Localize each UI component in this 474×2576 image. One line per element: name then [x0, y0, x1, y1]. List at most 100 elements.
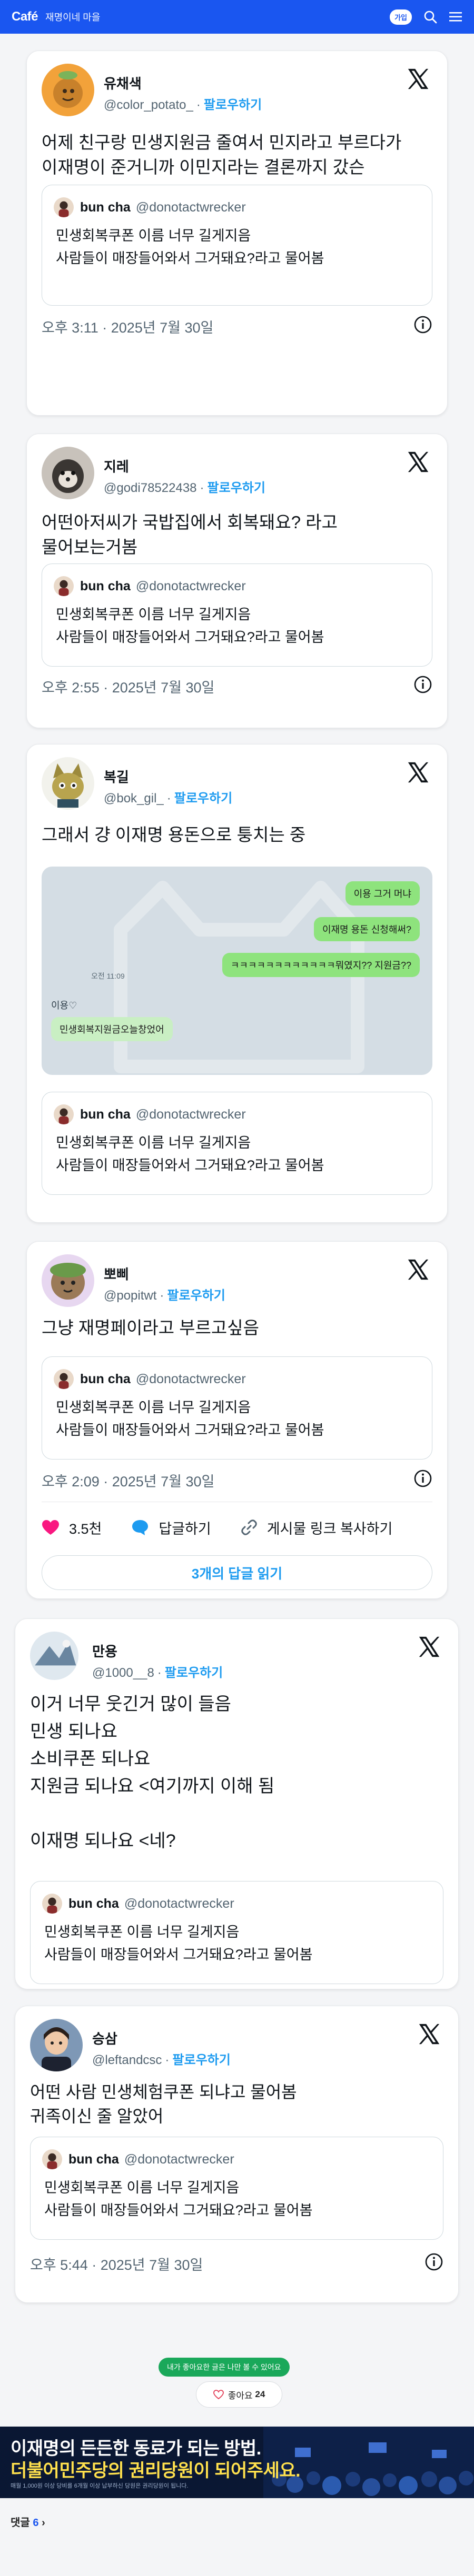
tweet-card[interactable]: 복길 @bok_gil_ · 팔로우하기 그래서 걍 이재명 용돈으로 퉁치는 중 …: [26, 744, 448, 1223]
comments-toggle[interactable]: 댓글 6 ›: [11, 2514, 45, 2529]
avatar[interactable]: [42, 1254, 94, 1307]
tweet-text: 그래서 걍 이재명 용돈으로 퉁치는 중: [42, 822, 432, 847]
user-name[interactable]: 유채색: [104, 73, 142, 93]
party-membership-banner[interactable]: 이재명의 든든한 동료가 되는 방법. 더불어민주당의 권리당원이 되어주세요.…: [0, 2427, 474, 2498]
quoted-text: 민생회복쿠폰 이름 너무 길게지음 사람들이 매장들어와서 그거돼요?라고 물어…: [44, 2177, 312, 2222]
tweet-card[interactable]: 유채색 @color_potato_ · 팔로우하기 어제 친구랑 민생지원금 줄여…: [26, 51, 448, 416]
quoted-text: 민생회복쿠폰 이름 너무 길게지음 사람들이 매장들어와서 그거돼요?라고 물어…: [56, 225, 324, 270]
quoted-avatar: [54, 576, 74, 596]
user-name[interactable]: 뽀삐: [104, 1264, 129, 1283]
user-handle-row: @leftandcsc · 팔로우하기: [92, 2049, 231, 2068]
menu-icon[interactable]: [449, 11, 462, 23]
x-logo-icon[interactable]: [417, 1635, 441, 1659]
quoted-line: 민생회복쿠폰 이름 너무 길게지음: [56, 228, 251, 244]
user-handle[interactable]: @godi78522438: [104, 481, 197, 495]
info-icon[interactable]: [413, 1469, 432, 1488]
tweet-card[interactable]: 만용 @1000__8 · 팔로우하기 이거 너무 웃긴거 많이 들음 민생 되나요…: [15, 1618, 459, 1989]
tweet-actions: 3.5천 답글하기 게시물 링크 복사하기: [42, 1514, 432, 1541]
avatar[interactable]: [30, 1632, 78, 1680]
user-name[interactable]: 복길: [104, 767, 129, 786]
follow-button[interactable]: 팔로우하기: [165, 1666, 223, 1680]
tweet-timestamp[interactable]: 오후 5:44 · 2025년 7월 30일: [30, 2253, 203, 2274]
separator-dot: ·: [196, 98, 201, 112]
quoted-tweet[interactable]: bun cha @donotactwrecker 민생회복쿠폰 이름 너무 길게…: [30, 1881, 443, 1984]
quoted-user-handle: @donotactwrecker: [135, 1106, 246, 1122]
like-button[interactable]: 좋아요 24: [196, 2381, 282, 2408]
quoted-line: 민생회복쿠폰 이름 너무 길게지음: [44, 1924, 240, 1940]
follow-button[interactable]: 팔로우하기: [204, 98, 262, 112]
quoted-line: 사람들이 매장들어와서 그거돼요?라고 물어봄: [44, 2202, 313, 2218]
follow-button[interactable]: 팔로우하기: [172, 2053, 230, 2067]
tweet-header: 유채색 @color_potato_ · 팔로우하기: [42, 64, 432, 122]
tweet-timestamp[interactable]: 오후 3:11 · 2025년 7월 30일: [42, 316, 213, 337]
user-handle[interactable]: @1000__8: [92, 1666, 154, 1680]
heart-outline-icon: [213, 2390, 224, 2399]
quoted-line: 사람들이 매장들어와서 그거돼요?라고 물어봄: [56, 1422, 324, 1438]
quoted-avatar: [42, 1894, 62, 1914]
user-name[interactable]: 지레: [104, 456, 129, 476]
cafe-name[interactable]: 재명이네 마을: [45, 10, 100, 24]
read-replies-button[interactable]: 3개의 답글 읽기: [42, 1555, 432, 1590]
avatar[interactable]: [42, 757, 94, 810]
info-icon[interactable]: [424, 2252, 443, 2271]
quoted-tweet[interactable]: bun cha @donotactwrecker 민생회복쿠폰 이름 너무 길게…: [42, 185, 432, 306]
tweet-line: 소비쿠폰 되나요: [30, 1749, 151, 1769]
avatar[interactable]: [42, 447, 94, 499]
chat-screenshot-image[interactable]: 이용 그거 머냐 이재명 용돈 신청해써? ㅋㅋㅋㅋㅋㅋㅋㅋㅋㅋㅋㅋ뭐였지?? …: [42, 867, 432, 1075]
quoted-tweet[interactable]: bun cha @donotactwrecker 민생회복쿠폰 이름 너무 길게…: [42, 1356, 432, 1460]
follow-button[interactable]: 팔로우하기: [208, 481, 265, 495]
like-label: 좋아요: [228, 2390, 253, 2401]
user-handle[interactable]: @bok_gil_: [104, 791, 164, 806]
copy-link-action[interactable]: 게시물 링크 복사하기: [241, 1517, 392, 1538]
user-handle-row: @popitwt · 팔로우하기: [104, 1285, 225, 1303]
chat-time: 오전 11:09: [91, 972, 125, 980]
user-handle-row: @1000__8 · 팔로우하기: [92, 1662, 223, 1681]
quoted-tweet-header: bun cha @donotactwrecker: [54, 197, 246, 218]
like-action[interactable]: 3.5천: [42, 1517, 102, 1538]
tweet-timestamp[interactable]: 오후 2:09 · 2025년 7월 30일: [42, 1470, 214, 1491]
tweet-line: 그래서 걍 이재명 용돈으로 퉁치는 중: [42, 825, 306, 844]
user-name[interactable]: 승삼: [92, 2028, 117, 2048]
quoted-user-name: bun cha: [80, 199, 131, 215]
comments-count: 6: [33, 2517, 39, 2529]
chat-bubble-received: 민생회복지원금오늘창었어: [51, 1017, 173, 1041]
follow-button[interactable]: 팔로우하기: [174, 791, 232, 806]
like-privacy-tooltip: 내가 좋아요한 글은 나만 볼 수 있어요: [159, 2358, 290, 2377]
quoted-tweet[interactable]: bun cha @donotactwrecker 민생회복쿠폰 이름 너무 길게…: [30, 2137, 443, 2240]
tweet-card[interactable]: 승삼 @leftandcsc · 팔로우하기 어떤 사람 민생체험쿠폰 되냐고 물어…: [15, 2006, 459, 2303]
tweet-card[interactable]: 지레 @godi78522438 · 팔로우하기 어떤아저씨가 국밥집에서 회복돼요…: [26, 434, 448, 728]
avatar[interactable]: [42, 64, 94, 116]
search-icon[interactable]: [423, 10, 437, 24]
separator-dot: ·: [160, 1289, 164, 1303]
x-logo-icon[interactable]: [406, 67, 430, 91]
follow-button[interactable]: 팔로우하기: [167, 1289, 225, 1303]
user-handle[interactable]: @popitwt: [104, 1289, 156, 1303]
x-logo-icon[interactable]: [406, 760, 430, 784]
user-handle[interactable]: @color_potato_: [104, 98, 193, 112]
quoted-text: 민생회복쿠폰 이름 너무 길게지음 사람들이 매장들어와서 그거돼요?라고 물어…: [44, 1921, 312, 1966]
x-logo-icon[interactable]: [417, 2022, 441, 2046]
x-logo-icon[interactable]: [406, 1257, 430, 1282]
separator-dot: ·: [166, 791, 171, 806]
chevron-right-icon: ›: [42, 2517, 45, 2529]
quoted-user-name: bun cha: [80, 1106, 131, 1122]
tweet-timestamp[interactable]: 오후 2:55 · 2025년 7월 30일: [42, 676, 214, 697]
quoted-tweet[interactable]: bun cha @donotactwrecker 민생회복쿠폰 이름 너무 길게…: [42, 1092, 432, 1195]
x-logo-icon[interactable]: [406, 450, 430, 474]
user-handle-row: @color_potato_ · 팔로우하기: [104, 94, 262, 113]
quoted-line: 사람들이 매장들어와서 그거돼요?라고 물어봄: [56, 1158, 324, 1173]
cafe-logo[interactable]: Café: [12, 9, 38, 24]
quoted-line: 민생회복쿠폰 이름 너무 길게지음: [56, 607, 251, 622]
quoted-tweet[interactable]: bun cha @donotactwrecker 민생회복쿠폰 이름 너무 길게…: [42, 564, 432, 667]
avatar[interactable]: [30, 2019, 83, 2071]
join-button[interactable]: 가입: [390, 9, 412, 25]
reply-action[interactable]: 답글하기: [131, 1517, 211, 1538]
user-handle[interactable]: @leftandcsc: [92, 2053, 162, 2067]
top-bar: Café 재명이네 마을 가입: [0, 0, 474, 34]
tweet-card[interactable]: 뽀삐 @popitwt · 팔로우하기 그냥 재명페이라고 부르고싶음 bun ch…: [26, 1241, 448, 1599]
tweet-line: 귀족이신 줄 알았어: [30, 2107, 164, 2126]
user-name[interactable]: 만용: [92, 1641, 117, 1661]
info-icon[interactable]: [413, 315, 432, 334]
quoted-line: 민생회복쿠폰 이름 너무 길게지음: [44, 2180, 240, 2196]
info-icon[interactable]: [413, 675, 432, 694]
